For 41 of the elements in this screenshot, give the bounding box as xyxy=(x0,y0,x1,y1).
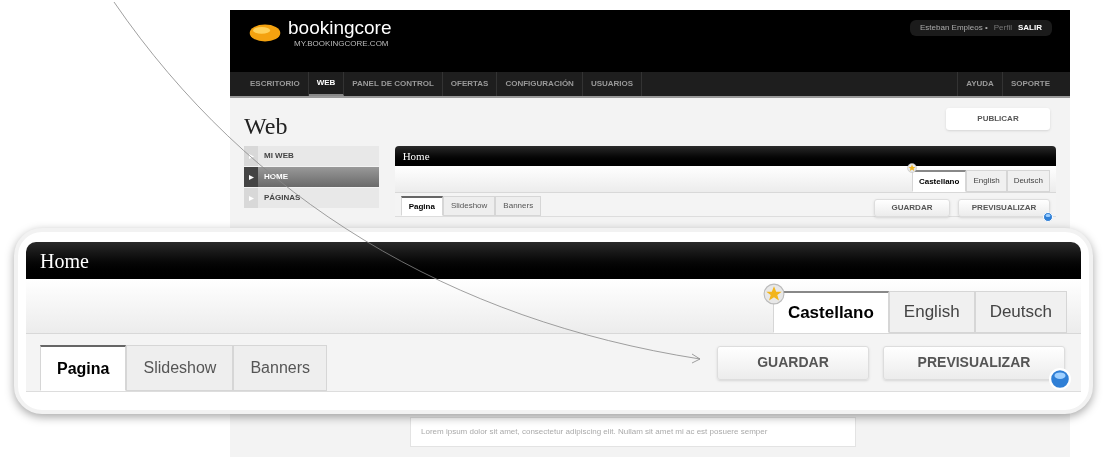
publish-button[interactable]: PUBLICAR xyxy=(946,108,1050,130)
triangle-icon xyxy=(248,153,254,159)
nav-item[interactable]: CONFIGURACIÓN xyxy=(497,72,583,96)
brand-url: MY.BOOKINGCORE.COM xyxy=(294,40,390,48)
nav-item[interactable]: ESCRITORIO xyxy=(242,72,309,96)
logo-icon xyxy=(248,22,282,44)
nav-item[interactable]: USUARIOS xyxy=(582,72,643,96)
logout-link[interactable]: SALIR xyxy=(1018,22,1042,34)
nav-item[interactable]: OFERTAS xyxy=(442,72,498,96)
tab[interactable]: Slideshow xyxy=(126,345,234,391)
language-tab[interactable]: Deutsch xyxy=(1006,170,1050,192)
language-tab[interactable]: English xyxy=(966,170,1007,192)
triangle-icon xyxy=(248,174,254,180)
body-text: Lorem ipsum dolor sit amet, consectetur adipiscing elit. Nullam sit amet mi ac est posuere semper xyxy=(421,426,769,438)
nav-item[interactable]: SOPORTE xyxy=(1001,72,1058,96)
brand-name: bookingcore xyxy=(288,18,392,37)
profile-link[interactable]: Perfil xyxy=(993,22,1012,34)
sidebar-item[interactable]: HOME xyxy=(244,167,379,187)
triangle-icon xyxy=(248,195,254,201)
language-tab[interactable]: Castellano xyxy=(772,291,889,333)
save-button[interactable]: GUARDAR xyxy=(874,198,950,217)
nav-item[interactable]: AYUDA xyxy=(957,72,1002,96)
tab[interactable]: Banners xyxy=(233,345,327,391)
panel-title: Home xyxy=(26,242,1081,279)
save-button[interactable]: GUARDAR xyxy=(717,345,869,380)
sidebar-item[interactable]: PÁGINAS xyxy=(244,188,379,208)
tab[interactable]: Banners xyxy=(495,196,542,216)
preview-button[interactable]: PREVISUALIZAR xyxy=(883,345,1065,380)
tab[interactable]: Slideshow xyxy=(442,196,496,216)
tab[interactable]: Pagina xyxy=(400,196,443,216)
tab[interactable]: Pagina xyxy=(40,345,127,391)
sidebar-item[interactable]: MI WEB xyxy=(244,146,379,166)
language-tab[interactable]: Deutsch xyxy=(974,291,1067,333)
language-tab[interactable]: Castellano xyxy=(911,170,967,192)
nav-item[interactable]: WEB xyxy=(308,72,345,96)
nav-item[interactable]: PANEL DE CONTROL xyxy=(344,72,443,96)
preview-button[interactable]: PREVISUALIZAR xyxy=(958,198,1050,217)
language-tab[interactable]: English xyxy=(888,291,975,333)
user-name: Esteban Empleos • xyxy=(920,22,988,34)
page-title: Web xyxy=(244,112,288,141)
panel-title: Home xyxy=(394,146,1056,166)
